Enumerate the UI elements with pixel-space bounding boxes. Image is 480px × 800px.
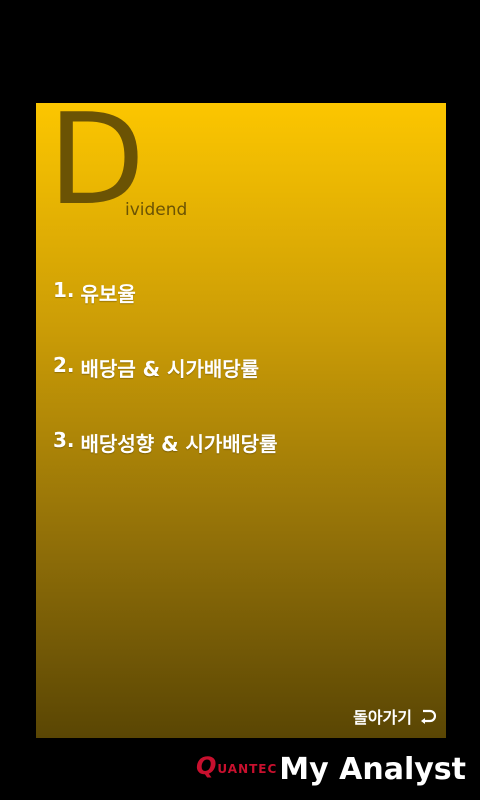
menu-item-label: 배당성향 & 시가배당률 <box>80 432 278 456</box>
menu-item-number: 3. <box>53 428 75 452</box>
menu-item-number: 1. <box>53 278 75 302</box>
footer-bar: Q UANTEC My Analyst <box>0 740 480 800</box>
screen: D ividend 1. 유보율 2. 배당금 & 시가배당률 3. 배당성향 … <box>0 0 480 800</box>
brand-logo-initial: Q <box>196 752 217 780</box>
page-title: D ividend <box>48 97 248 228</box>
dividend-panel: D ividend 1. 유보율 2. 배당금 & 시가배당률 3. 배당성향 … <box>36 97 446 738</box>
menu-item-payout-ratio[interactable]: 3. 배당성향 & 시가배당률 <box>53 428 433 503</box>
back-button[interactable]: 돌아가기 <box>353 704 436 728</box>
title-rest-text: ividend <box>125 200 188 220</box>
menu-item-dividend-yield[interactable]: 2. 배당금 & 시가배당률 <box>53 353 433 428</box>
brand-logo-rest: UANTEC <box>217 762 278 776</box>
menu-item-retention-ratio[interactable]: 1. 유보율 <box>53 278 433 353</box>
app-name: My Analyst <box>279 752 466 787</box>
menu-item-number: 2. <box>53 353 75 377</box>
brand-logo: Q UANTEC <box>196 754 277 778</box>
menu-list: 1. 유보율 2. 배당금 & 시가배당률 3. 배당성향 & 시가배당률 <box>53 278 433 503</box>
return-arrow-icon <box>421 709 436 724</box>
menu-item-label: 배당금 & 시가배당률 <box>80 357 260 381</box>
back-button-label: 돌아가기 <box>353 708 412 727</box>
menu-item-label: 유보율 <box>80 282 136 306</box>
